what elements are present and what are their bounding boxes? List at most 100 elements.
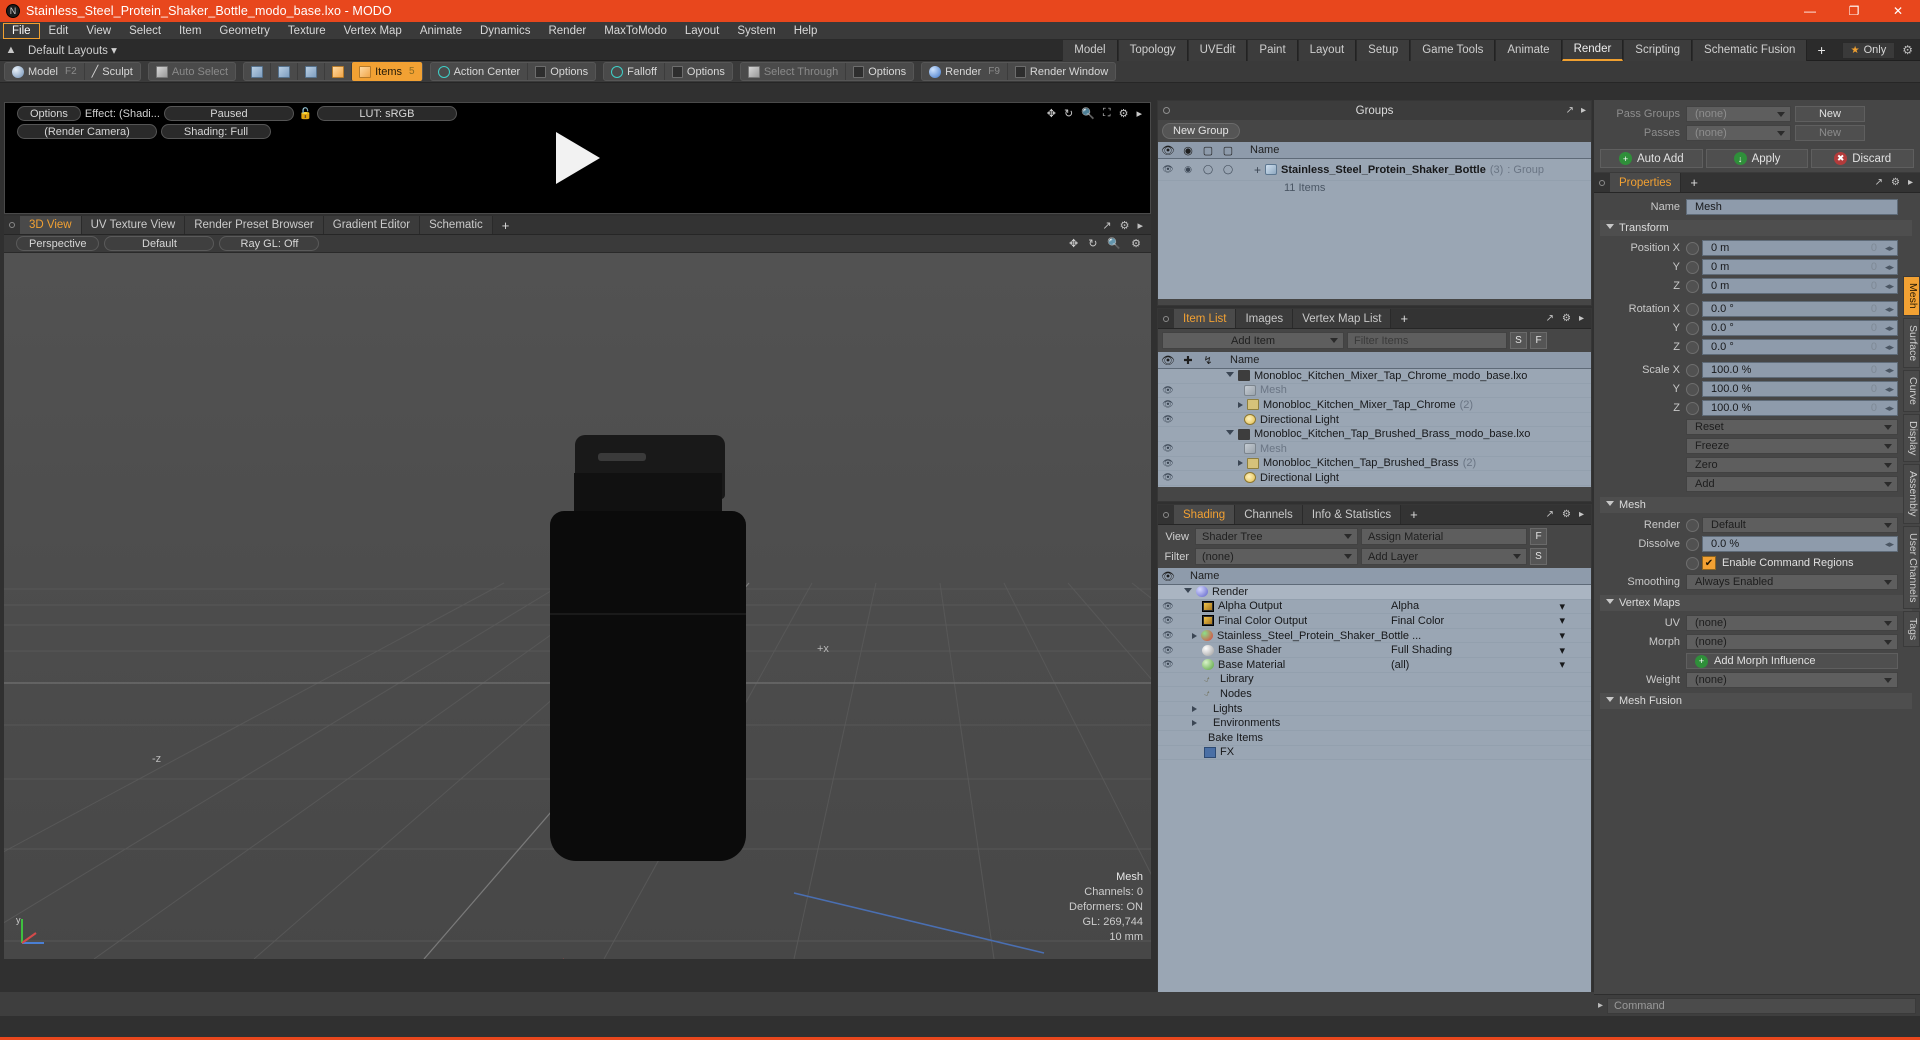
rotate-icon[interactable]: ↻ [1088,237,1097,250]
table-row[interactable]: 👁 Final Color Output Final Color ▾ [1158,614,1591,629]
select-through-button[interactable]: Select Through [741,63,847,80]
item-list-tree[interactable]: Monobloc_Kitchen_Mixer_Tap_Chrome_modo_b… [1158,369,1591,487]
falloff-button[interactable]: Falloff [604,63,665,80]
tab-info-statistics[interactable]: Info & Statistics [1302,505,1402,524]
preview-paused-button[interactable]: Paused [163,106,294,121]
eye-icon[interactable]: 👁 [1158,399,1178,410]
tab-scripting[interactable]: Scripting [1623,39,1693,61]
tab-setup[interactable]: Setup [1356,39,1411,61]
render-window-button[interactable]: Render Window [1008,63,1115,80]
chevron-right-icon[interactable]: ▸ [1136,107,1142,120]
tab-item-list[interactable]: Item List [1174,309,1237,328]
tab-3d-view[interactable]: 3D View [20,216,82,234]
gear-icon[interactable]: ⚙ [1895,43,1920,57]
auto-add-button[interactable]: + Auto Add [1600,149,1703,168]
filter-items-input[interactable]: Filter Items [1347,332,1507,349]
side-tab-curve[interactable]: Curve [1903,369,1920,412]
expander-icon[interactable] [1192,720,1197,727]
expand-icon[interactable]: ↗ [1546,313,1554,324]
enable-command-regions-checkbox[interactable]: ✔ [1702,556,1716,570]
gear-icon[interactable]: ⚙ [1131,237,1141,250]
chevron-down-icon[interactable]: ▾ [1559,600,1565,613]
menu-item-edit[interactable]: Edit [40,23,78,39]
tab-uv-texture-view[interactable]: UV Texture View [81,216,186,234]
position-x-field[interactable]: 0 m 0 ◂▸ [1702,240,1898,256]
expander-icon[interactable] [1226,371,1234,380]
unlock-icon[interactable]: 🔓 [298,107,313,121]
tab-properties[interactable]: Properties [1610,173,1682,192]
panel-menu-dot-icon[interactable] [1158,309,1174,328]
tab-model[interactable]: Model [1062,39,1118,61]
table-row[interactable]: 👁 Monobloc_Kitchen_Tap_Brushed_Brass (2) [1158,457,1591,472]
channel-knob-icon[interactable] [1686,363,1699,377]
rotation-z-field[interactable]: 0.0 ° 0 ◂▸ [1702,339,1898,355]
menu-item-maxtomodo[interactable]: MaxToModo [595,23,676,39]
chevron-right-icon[interactable]: ▸ [1579,509,1584,520]
spinner-icon[interactable]: ◂▸ [1885,323,1894,334]
expander-icon[interactable]: + [1254,163,1261,177]
fit-icon[interactable]: ⛶ [1103,107,1111,120]
spinner-icon[interactable]: ◂▸ [1885,342,1894,353]
tab-animate[interactable]: Animate [1495,39,1562,61]
eye-icon[interactable]: 👁 [1158,645,1178,656]
lock-icon[interactable]: ◯ [1218,164,1238,175]
eye-icon[interactable]: 👁 [1158,385,1178,396]
tab-channels[interactable]: Channels [1235,505,1303,524]
table-row[interactable]: Lights [1158,702,1591,717]
table-row[interactable]: 👁 Directional Light [1158,413,1591,428]
panel-menu-dot-icon[interactable] [1594,173,1610,192]
add-item-tab-button[interactable]: + [1391,309,1417,328]
expander-icon[interactable] [1184,587,1192,596]
gear-icon[interactable]: ⚙ [1562,509,1571,520]
viewport-perspective-button[interactable]: Perspective [16,236,100,251]
reset-dropdown[interactable]: Reset [1686,419,1898,435]
menu-item-render[interactable]: Render [539,23,595,39]
chevron-right-icon[interactable]: ▸ [1598,1000,1603,1011]
channel-knob-icon[interactable] [1686,260,1699,274]
channel-knob-icon[interactable] [1686,340,1699,354]
tab-images[interactable]: Images [1236,309,1294,328]
auto-select-button[interactable]: Auto Select [149,63,235,80]
tab-topology[interactable]: Topology [1117,39,1188,61]
add-properties-tab-button[interactable]: + [1681,173,1707,192]
spinner-icon[interactable]: ◂▸ [1885,539,1894,550]
channel-knob-icon[interactable] [1686,302,1699,316]
spinner-icon[interactable]: ◂▸ [1885,243,1894,254]
only-toggle[interactable]: ★ Only [1841,41,1896,59]
table-row[interactable]: 👁 Mesh [1158,442,1591,457]
eye-icon[interactable]: 👁 [1158,601,1178,612]
sculpt-button[interactable]: ╱ Sculpt [85,63,140,80]
expand-icon[interactable]: ↗ [1566,105,1574,116]
gear-icon[interactable]: ⚙ [1119,107,1129,120]
table-row[interactable]: Monobloc_Kitchen_Mixer_Tap_Chrome_modo_b… [1158,369,1591,384]
minimize-button[interactable]: — [1788,0,1832,22]
gear-icon[interactable]: ⚙ [1120,219,1130,232]
expander-icon[interactable] [1238,460,1243,467]
menu-item-help[interactable]: Help [785,23,827,39]
add-viewport-tab-button[interactable]: + [493,216,519,234]
render-button[interactable]: Render F9 [922,63,1008,80]
new-group-button[interactable]: New Group [1162,123,1240,139]
tab-schematic-fusion[interactable]: Schematic Fusion [1692,39,1808,61]
tab-render-preset-browser[interactable]: Render Preset Browser [185,216,324,234]
preview-effect-label[interactable]: Effect: (Shadi... [85,108,160,120]
add-item-dropdown[interactable]: Add Item [1162,332,1344,349]
add-shading-tab-button[interactable]: + [1401,505,1427,524]
expand-icon[interactable]: ↗ [1546,509,1554,520]
scale-y-field[interactable]: 100.0 % 0 ◂▸ [1702,381,1898,397]
tab-gradient-editor[interactable]: Gradient Editor [323,216,421,234]
zoom-icon[interactable]: 🔍 [1107,237,1121,250]
scale-z-field[interactable]: 100.0 % 0 ◂▸ [1702,400,1898,416]
default-layouts-dropdown[interactable]: Default Layouts ▾ [22,43,123,57]
eye-icon[interactable]: 👁 [1158,472,1178,483]
spinner-icon[interactable]: ◂▸ [1885,262,1894,273]
expander-icon[interactable] [1192,632,1197,639]
preview-lut-button[interactable]: LUT: sRGB [316,106,457,121]
maximize-button[interactable]: ❐ [1832,0,1876,22]
expander-icon[interactable] [1226,430,1234,438]
shader-tree-list[interactable]: Render 👁 Alpha Output Alpha ▾ 👁 Final Co… [1158,585,1591,1000]
model-button[interactable]: Model F2 [5,63,85,80]
eye-icon[interactable]: 👁 [1158,458,1178,469]
freeze-dropdown[interactable]: Freeze [1686,438,1898,454]
spinner-icon[interactable]: ◂▸ [1885,365,1894,376]
